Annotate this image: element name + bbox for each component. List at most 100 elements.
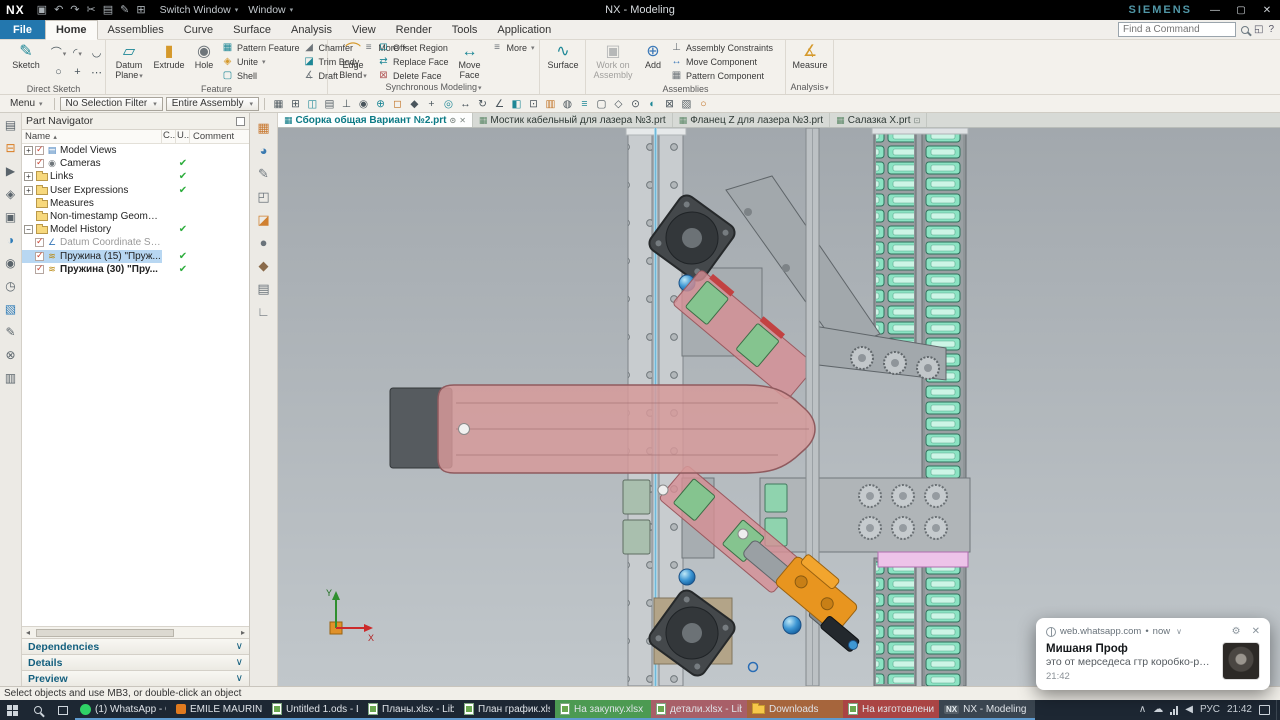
menu-button[interactable]: Menu▾: [4, 97, 49, 110]
clock[interactable]: 21:42: [1227, 705, 1252, 715]
toolbar-icon[interactable]: ◻: [389, 98, 406, 110]
pattern-component-button[interactable]: ▦Pattern Component: [670, 69, 773, 82]
resource-bar-icon[interactable]: ◈: [6, 188, 15, 201]
toolbar-icon[interactable]: ≡: [576, 98, 593, 110]
toolbar-icon[interactable]: ▦: [270, 98, 287, 110]
tab-application[interactable]: Application: [487, 20, 561, 39]
column-u[interactable]: U...: [176, 130, 190, 143]
toolbar-icon[interactable]: ◧: [508, 98, 525, 110]
toolbar-icon[interactable]: +: [423, 98, 440, 110]
tree-row-datum-csys[interactable]: ✓∠Datum Coordinate Sy...: [22, 236, 249, 249]
toolbar-icon[interactable]: ⊞: [287, 98, 304, 110]
toolbar-icon[interactable]: ◍: [559, 98, 576, 110]
toolbar-icon[interactable]: ▧: [678, 98, 695, 110]
taskbar-search-button[interactable]: [25, 700, 50, 720]
quick-access-icon[interactable]: ▣: [37, 1, 47, 19]
checkbox-icon[interactable]: ✓: [35, 265, 44, 274]
profile-tool-icon[interactable]: ⌒▾: [51, 44, 67, 60]
toolbar-icon[interactable]: ⊙: [627, 98, 644, 110]
taskbar-item-plany-xlsx[interactable]: Планы.xlsx - Libre...: [363, 700, 459, 720]
energy-chain-right[interactable]: [922, 128, 966, 686]
toolbar-icon[interactable]: ◉: [355, 98, 372, 110]
graphics-viewport[interactable]: Y X: [278, 128, 1280, 686]
ball-joint-bottom[interactable]: [679, 569, 695, 585]
taskbar-item-na-izgotovlenie[interactable]: На изготовление: [843, 700, 939, 720]
assembly-constraints-button[interactable]: ⊥Assembly Constraints: [670, 41, 773, 54]
quick-access-icon[interactable]: ↷: [70, 1, 79, 19]
expand-icon[interactable]: +: [24, 172, 33, 181]
selection-scope-dropdown[interactable]: Entire Assembly▾: [166, 97, 259, 111]
resource-bar-icon[interactable]: ▥: [5, 372, 16, 385]
section-dependencies[interactable]: Dependencies∨: [22, 638, 249, 654]
language-indicator[interactable]: РУС: [1200, 705, 1220, 715]
tree-row-user-expressions[interactable]: +User Expressions ✔: [22, 184, 249, 197]
resource-bar-icon[interactable]: ◑: [7, 234, 14, 247]
taskbar-item-downloads[interactable]: Downloads: [747, 700, 843, 720]
collapse-icon[interactable]: −: [24, 225, 33, 234]
close-icon[interactable]: ✕: [459, 116, 466, 125]
pivot-hole[interactable]: [738, 529, 748, 539]
selection-filter-dropdown[interactable]: No Selection Filter▾: [60, 97, 163, 111]
tree-row-measures[interactable]: Measures: [22, 197, 249, 210]
taskbar-item-na-zakupku-xlsx[interactable]: На закупку.xlsx - ...: [555, 700, 651, 720]
toolbar-icon[interactable]: ∠: [491, 98, 508, 110]
laser-arm[interactable]: [390, 385, 815, 473]
toolbar-icon[interactable]: ◫: [304, 98, 321, 110]
resource-bar-icon[interactable]: ⊗: [5, 349, 15, 362]
tab-render[interactable]: Render: [386, 20, 442, 39]
action-center-icon[interactable]: [1259, 705, 1270, 715]
resource-bar-icon[interactable]: ▣: [5, 211, 16, 224]
tree-row-model-views[interactable]: +✓▤Model Views: [22, 144, 249, 157]
network-icon[interactable]: [1170, 706, 1178, 715]
pin-icon[interactable]: ⊡: [914, 116, 921, 125]
toolbar-icon[interactable]: ↻: [474, 98, 491, 110]
checkbox-icon[interactable]: ✓: [35, 252, 44, 261]
toolbar-icon[interactable]: ⊥: [338, 98, 355, 110]
resource-bar-icon[interactable]: ▶: [6, 165, 15, 178]
column-c[interactable]: C...: [162, 130, 176, 143]
toolbar-icon[interactable]: ⊠: [661, 98, 678, 110]
taskbar-item-untitled-ods[interactable]: Untitled 1.ods - Li...: [267, 700, 363, 720]
tree-row-model-history[interactable]: −Model History ✔: [22, 223, 249, 236]
navigator-horizontal-scrollbar[interactable]: ◂ ▸: [22, 626, 249, 638]
circle-tool-icon[interactable]: ○: [55, 66, 62, 78]
surface-button[interactable]: ∿ Surface: [544, 41, 582, 71]
tab-analysis[interactable]: Analysis: [281, 20, 342, 39]
window-menu[interactable]: Window▾: [248, 4, 293, 16]
viewport-canvas[interactable]: Y X: [278, 128, 1280, 686]
tree-row-cameras[interactable]: ✓◉Cameras ✔: [22, 157, 249, 170]
part-tab[interactable]: ▦Мостик кабельный для лазера №3.prt: [473, 113, 673, 127]
tree-row-spring-30[interactable]: ✓≋Пружина (30) "Пру... ✔: [22, 263, 249, 276]
toolbar-icon[interactable]: ↔: [457, 98, 474, 110]
scroll-left-icon[interactable]: ◂: [22, 628, 34, 637]
move-face-button[interactable]: ↔ Move Face: [452, 41, 488, 80]
checkbox-icon[interactable]: ✓: [35, 238, 44, 247]
section-preview[interactable]: Preview∨: [22, 670, 249, 686]
palette-bar-icon[interactable]: ∟: [257, 305, 270, 319]
edge-blend-button[interactable]: ⌒ Edge Blend▾: [332, 41, 374, 81]
toolbar-icon[interactable]: ▢: [593, 98, 610, 110]
quick-access-icon[interactable]: ⊞: [136, 1, 145, 19]
resource-bar-icon[interactable]: ⊟: [5, 142, 15, 155]
palette-bar-icon[interactable]: ◰: [257, 190, 269, 204]
expand-icon[interactable]: +: [24, 186, 33, 195]
tab-home[interactable]: Home: [45, 20, 98, 40]
delete-face-button[interactable]: ⊠Delete Face: [377, 69, 449, 82]
replace-face-button[interactable]: ⇄Replace Face: [377, 55, 449, 68]
scroll-right-icon[interactable]: ▸: [237, 628, 249, 637]
tab-curve[interactable]: Curve: [174, 20, 223, 39]
guide-block[interactable]: [623, 480, 650, 514]
measure-button[interactable]: ∡ Measure: [790, 41, 830, 71]
checkbox-icon[interactable]: ✓: [35, 146, 44, 155]
panel-pin-icon[interactable]: [236, 117, 245, 126]
restore-button[interactable]: ▢: [1228, 0, 1254, 20]
help-icon[interactable]: ?: [1268, 24, 1274, 35]
column-name[interactable]: Name▴: [22, 130, 162, 143]
switch-window-menu[interactable]: Switch Window▾: [160, 4, 239, 16]
task-view-button[interactable]: [50, 700, 75, 720]
palette-bar-icon[interactable]: ✎: [258, 167, 269, 181]
offset-region-button[interactable]: ⊡Offset Region: [377, 41, 449, 54]
toolbar-icon[interactable]: ○: [695, 98, 712, 110]
add-component-button[interactable]: ⊕ Add: [639, 41, 667, 71]
quick-access-icon[interactable]: ↶: [54, 1, 63, 19]
